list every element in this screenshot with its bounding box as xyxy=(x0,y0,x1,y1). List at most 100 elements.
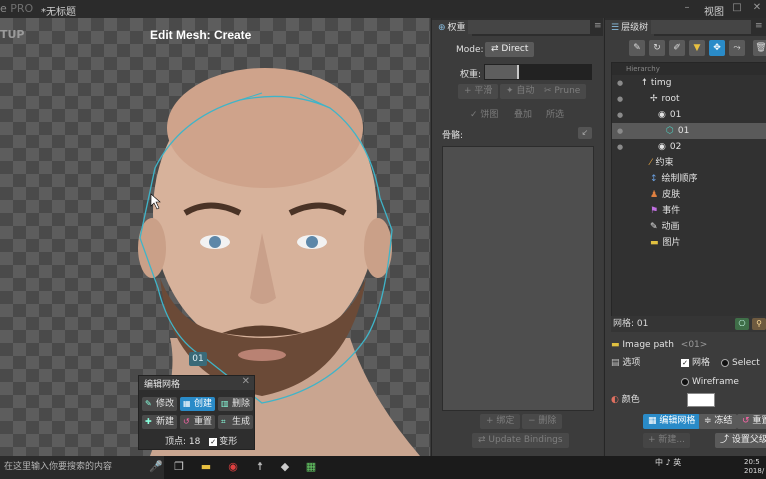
tree-node-slot-02[interactable]: ● ◉ 02 xyxy=(612,139,766,155)
tree-node-draw-order[interactable]: ↕ 绘制顺序 xyxy=(612,171,766,187)
panel-menu-icon[interactable]: ≡ xyxy=(594,21,602,31)
tree-node-mesh-01[interactable]: ● ⬡ 01 xyxy=(612,123,766,139)
visibility-dot-icon[interactable]: ● xyxy=(617,91,623,107)
edit-mesh-button[interactable]: ▦ 编辑网格 xyxy=(643,414,701,429)
visibility-dot-icon[interactable]: ● xyxy=(617,107,623,123)
node-label: 动画 xyxy=(661,222,680,232)
brand-tail: e xyxy=(0,2,7,15)
clock[interactable]: 20:5 2018/ xyxy=(744,458,764,476)
mesh-option[interactable]: ✓ 网格 xyxy=(681,354,710,372)
wireframe-radio[interactable] xyxy=(681,377,689,386)
wireframe-option[interactable]: Wireframe xyxy=(681,373,739,391)
microphone-icon[interactable]: 🎤 xyxy=(149,460,163,474)
reset-button[interactable]: ↺ 重置 xyxy=(737,414,766,429)
reset-button[interactable]: ↺ 重置 xyxy=(180,415,215,429)
taskbar-search[interactable]: 在这里输入你要搜索的内容 xyxy=(0,456,164,479)
selected-toggle[interactable]: 所选 xyxy=(546,107,564,120)
trash-icon[interactable]: 🗑 xyxy=(753,40,766,56)
tree-node-constraints[interactable]: ⁄ 约束 xyxy=(612,155,766,171)
options-label: 选项 xyxy=(622,358,641,368)
prune-button[interactable]: ✂ Prune xyxy=(538,84,587,99)
hierarchy-menu-icon[interactable]: ≡ xyxy=(755,21,763,31)
minimize-button[interactable]: – xyxy=(680,2,694,14)
pie-label: 饼图 xyxy=(480,110,499,120)
tree-node-events[interactable]: ⚑ 事件 xyxy=(612,203,766,219)
update-icon: ⇄ xyxy=(478,435,489,445)
edit-mesh-label: 编辑网格 xyxy=(659,416,696,426)
weight-slider-knob[interactable] xyxy=(517,65,519,79)
task-view-icon[interactable]: ❐ xyxy=(172,460,186,474)
smooth-button[interactable]: + 平滑 xyxy=(458,84,499,99)
editor-viewport[interactable]: TUP Edit Mesh: Create 01 编辑网格 ✕ ✎ 修改 ▦ 创… xyxy=(0,18,430,456)
bones-pick-icon[interactable]: ↙ xyxy=(578,127,592,139)
system-tray[interactable]: 中 ♪ 英 xyxy=(655,457,681,468)
tree-node-root[interactable]: ● ✢ root xyxy=(612,91,766,107)
close-button[interactable]: ✕ xyxy=(750,2,764,14)
bones-list[interactable] xyxy=(442,146,594,411)
color-swatch[interactable] xyxy=(687,393,715,407)
rotate-icon[interactable]: ↻ xyxy=(649,40,665,56)
edit-mesh-icon: ▦ xyxy=(648,416,660,426)
weight-slider[interactable] xyxy=(484,64,592,80)
bone-badge[interactable]: 01 xyxy=(189,352,207,366)
generate-icon: ⌗ xyxy=(221,417,226,426)
skeleton-icon: ☨ xyxy=(642,78,647,88)
create-button[interactable]: ▦ 创建 xyxy=(180,397,215,411)
mesh-name: 网格: 01 xyxy=(613,319,649,329)
color-label: 颜色 xyxy=(621,395,640,405)
new-button[interactable]: ✚ 新建 xyxy=(142,415,177,429)
mesh-filter-icon[interactable]: ✥ xyxy=(709,40,725,56)
pin-icon[interactable]: ⚲ xyxy=(752,318,766,330)
tree-node-slot-01[interactable]: ● ◉ 01 xyxy=(612,107,766,123)
tree-node-animations[interactable]: ✎ 动画 xyxy=(612,219,766,235)
visibility-dot-icon[interactable]: ● xyxy=(617,75,623,91)
search-placeholder: 在这里输入你要搜索的内容 xyxy=(4,462,113,472)
set-parent-button[interactable]: ⤴ 设置父级 xyxy=(715,433,766,448)
brush-icon[interactable]: ✎ xyxy=(629,40,645,56)
image-app-icon[interactable]: ▦ xyxy=(304,460,318,474)
close-icon[interactable]: ✕ xyxy=(242,376,250,387)
tree-node-timg[interactable]: ● ☨ timg xyxy=(612,75,766,91)
vertex-count: 顶点: 18 xyxy=(165,437,201,447)
file-explorer-icon[interactable]: ▬ xyxy=(199,460,213,474)
filter-icon[interactable]: ▼ xyxy=(689,40,705,56)
event-icon: ⚑ xyxy=(650,206,659,216)
mode-direct-button[interactable]: ⇄ Direct xyxy=(485,42,535,57)
view-menu[interactable]: 视图 xyxy=(704,3,724,18)
freeze-button[interactable]: ≑ 冻结 xyxy=(699,414,738,429)
overlay-toggle[interactable]: 叠加 xyxy=(514,107,532,120)
deform-checkbox[interactable]: ✓ xyxy=(209,438,218,446)
tab-weights[interactable]: ⊕ 权重 xyxy=(432,20,472,36)
visibility-dot-icon[interactable]: ● xyxy=(617,123,623,139)
spine-app-icon[interactable]: ☨ xyxy=(253,460,267,474)
maximize-button[interactable]: □ xyxy=(730,2,744,14)
key-icon[interactable]: ⎔ xyxy=(735,318,749,330)
delete-button[interactable]: ▥ 删除 xyxy=(218,397,253,411)
pie-toggle[interactable]: ✓ 饼图 xyxy=(470,107,498,120)
bone-filter-icon[interactable]: ⤳ xyxy=(729,40,745,56)
generate-button[interactable]: ⌗ 生成 xyxy=(218,415,253,429)
remove-icon: − xyxy=(528,416,539,426)
select-option[interactable]: Select xyxy=(721,354,760,372)
visibility-dot-icon[interactable]: ● xyxy=(617,139,623,155)
bind-button[interactable]: + 绑定 xyxy=(480,414,521,429)
hierarchy-tree[interactable]: Hierarchy ● ☨ timg ● ✢ root ● ◉ 01 ● ⬡ 01 ● ◉ 02 ⁄… xyxy=(611,62,766,327)
tree-node-skins[interactable]: ♟ 皮肤 xyxy=(612,187,766,203)
prune-icon: ✂ xyxy=(544,86,555,96)
pen-icon[interactable]: ✐ xyxy=(669,40,685,56)
image-path-value[interactable]: <01> xyxy=(681,340,708,350)
mesh-icon: ⬡ xyxy=(666,126,674,136)
select-radio[interactable] xyxy=(721,358,729,367)
new-attachment-button[interactable]: + 新建... xyxy=(643,433,690,448)
remove-bone-button[interactable]: − 删除 xyxy=(522,414,563,429)
modify-button[interactable]: ✎ 修改 xyxy=(142,397,177,411)
bind-icon: + xyxy=(486,416,497,426)
chrome-icon[interactable]: ◉ xyxy=(226,460,240,474)
tree-node-images[interactable]: ▬ 图片 xyxy=(612,235,766,251)
create-icon: ▦ xyxy=(183,399,191,408)
media-app-icon[interactable]: ◆ xyxy=(278,460,292,474)
mesh-checkbox[interactable]: ✓ xyxy=(681,358,689,367)
update-bindings-button[interactable]: ⇄ Update Bindings xyxy=(472,433,569,448)
tab-hierarchy[interactable]: ☰ 层级树 xyxy=(605,20,655,36)
auto-button[interactable]: ✦ 自动 xyxy=(500,84,541,99)
